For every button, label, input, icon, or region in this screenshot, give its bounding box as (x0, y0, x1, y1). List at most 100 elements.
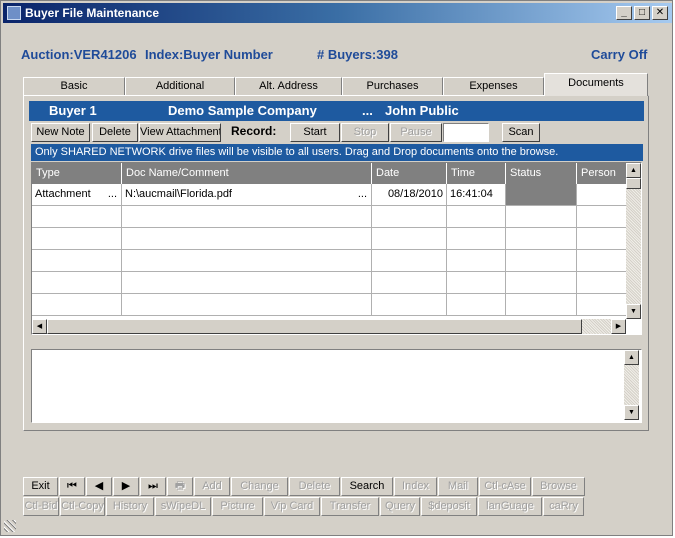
empty-cell[interactable] (447, 206, 506, 228)
document-grid[interactable]: Type Doc Name/Comment Date Time Status P… (31, 162, 642, 335)
empty-cell[interactable] (372, 228, 447, 250)
column-header-date[interactable]: Date (372, 163, 447, 184)
resize-grip-icon[interactable] (4, 520, 16, 532)
empty-cell[interactable] (372, 206, 447, 228)
change-button[interactable]: Change (231, 477, 288, 496)
table-row[interactable] (32, 250, 627, 272)
column-header-person[interactable]: Person (577, 163, 627, 184)
maximize-button[interactable]: □ (634, 6, 650, 20)
empty-cell[interactable] (372, 294, 447, 316)
scroll-up-icon[interactable]: ▲ (626, 163, 641, 178)
type-more-button[interactable]: ... (108, 184, 117, 205)
grid-vertical-scrollbar[interactable]: ▲ ▼ (626, 163, 641, 319)
mail-button[interactable]: Mail (438, 477, 478, 496)
memo-scroll-down-icon[interactable]: ▼ (624, 405, 639, 420)
empty-cell[interactable] (447, 250, 506, 272)
tab-purchases[interactable]: Purchases (342, 77, 443, 96)
note-memo-field[interactable]: ▲ ▼ (31, 349, 642, 423)
empty-cell[interactable] (122, 272, 372, 294)
view-attachment-button[interactable]: View Attachment (139, 123, 221, 142)
previous-record-icon[interactable]: ◀ (86, 477, 112, 496)
vertical-scroll-thumb[interactable] (626, 178, 641, 189)
grid-horizontal-scrollbar[interactable]: ◀ ▶ (32, 319, 626, 334)
column-header-time[interactable]: Time (447, 163, 506, 184)
minimize-button[interactable]: _ (616, 6, 632, 20)
empty-cell[interactable] (32, 228, 122, 250)
vip-card-button[interactable]: Vip Card (264, 497, 320, 516)
scan-button[interactable]: Scan (502, 123, 540, 142)
memo-scroll-up-icon[interactable]: ▲ (624, 350, 639, 365)
print-icon[interactable]: 🖶 (167, 477, 193, 496)
empty-cell[interactable] (577, 294, 627, 316)
add-button[interactable]: Add (194, 477, 230, 496)
transfer-button[interactable]: Transfer (321, 497, 379, 516)
delete-record-button[interactable]: Delete (289, 477, 340, 496)
empty-cell[interactable] (32, 250, 122, 272)
empty-cell[interactable] (372, 250, 447, 272)
empty-cell[interactable] (447, 228, 506, 250)
empty-cell[interactable] (506, 272, 577, 294)
horizontal-scroll-thumb[interactable] (47, 319, 582, 334)
empty-cell[interactable] (32, 272, 122, 294)
column-header-doc-name[interactable]: Doc Name/Comment (122, 163, 372, 184)
empty-cell[interactable] (32, 206, 122, 228)
scroll-down-icon[interactable]: ▼ (626, 304, 641, 319)
empty-cell[interactable] (506, 294, 577, 316)
empty-cell[interactable] (122, 206, 372, 228)
scroll-right-icon[interactable]: ▶ (611, 319, 626, 334)
empty-cell[interactable] (122, 294, 372, 316)
cell-type[interactable]: Attachment ... (32, 184, 122, 206)
close-button[interactable]: ✕ (652, 6, 668, 20)
empty-cell[interactable] (577, 250, 627, 272)
empty-cell[interactable] (506, 206, 577, 228)
history-button[interactable]: History (106, 497, 154, 516)
empty-cell[interactable] (577, 228, 627, 250)
cell-person[interactable] (577, 184, 627, 206)
table-row[interactable] (32, 294, 627, 316)
record-pause-button[interactable]: Pause (390, 123, 442, 142)
empty-cell[interactable] (506, 228, 577, 250)
cell-doc-name[interactable]: N:\aucmail\Florida.pdf ... (122, 184, 372, 206)
doc-more-button[interactable]: ... (358, 184, 367, 205)
tab-documents[interactable]: Documents (544, 73, 648, 96)
query-button[interactable]: Query (380, 497, 420, 516)
first-record-icon[interactable]: ⏮ (59, 477, 85, 496)
table-row[interactable] (32, 228, 627, 250)
carry-button[interactable]: caRry (543, 497, 584, 516)
index-button[interactable]: Index (394, 477, 437, 496)
language-button[interactable]: lanGuage (478, 497, 542, 516)
search-button[interactable]: Search (341, 477, 393, 496)
picture-button[interactable]: Picture (212, 497, 263, 516)
record-start-button[interactable]: Start (290, 123, 340, 142)
empty-cell[interactable] (122, 228, 372, 250)
empty-cell[interactable] (32, 294, 122, 316)
delete-document-button[interactable]: Delete (92, 123, 138, 142)
swipe-dl-button[interactable]: sWipeDL (155, 497, 211, 516)
table-row[interactable] (32, 206, 627, 228)
ctl-copy-button[interactable]: Ctl-Copy (60, 497, 105, 516)
empty-cell[interactable] (577, 206, 627, 228)
browse-button[interactable]: Browse (532, 477, 585, 496)
column-header-status[interactable]: Status (506, 163, 577, 184)
cell-status[interactable] (506, 184, 577, 206)
column-header-type[interactable]: Type (32, 163, 122, 184)
memo-scrollbar[interactable]: ▲ ▼ (624, 350, 639, 420)
tab-additional[interactable]: Additional (125, 77, 235, 96)
cell-time[interactable]: 16:41:04 (447, 184, 506, 206)
title-bar[interactable]: Buyer File Maintenance _ □ ✕ (3, 3, 672, 23)
empty-cell[interactable] (447, 294, 506, 316)
tab-expenses[interactable]: Expenses (443, 77, 544, 96)
empty-cell[interactable] (577, 272, 627, 294)
tab-alt-address[interactable]: Alt. Address (235, 77, 342, 96)
empty-cell[interactable] (122, 250, 372, 272)
empty-cell[interactable] (372, 272, 447, 294)
last-record-icon[interactable]: ⏭ (140, 477, 166, 496)
tab-basic[interactable]: Basic (23, 77, 125, 96)
record-input[interactable] (443, 123, 489, 142)
empty-cell[interactable] (506, 250, 577, 272)
next-record-icon[interactable]: ▶ (113, 477, 139, 496)
empty-cell[interactable] (447, 272, 506, 294)
table-row[interactable] (32, 272, 627, 294)
deposit-button[interactable]: $deposit (421, 497, 477, 516)
new-note-button[interactable]: New Note (31, 123, 90, 142)
